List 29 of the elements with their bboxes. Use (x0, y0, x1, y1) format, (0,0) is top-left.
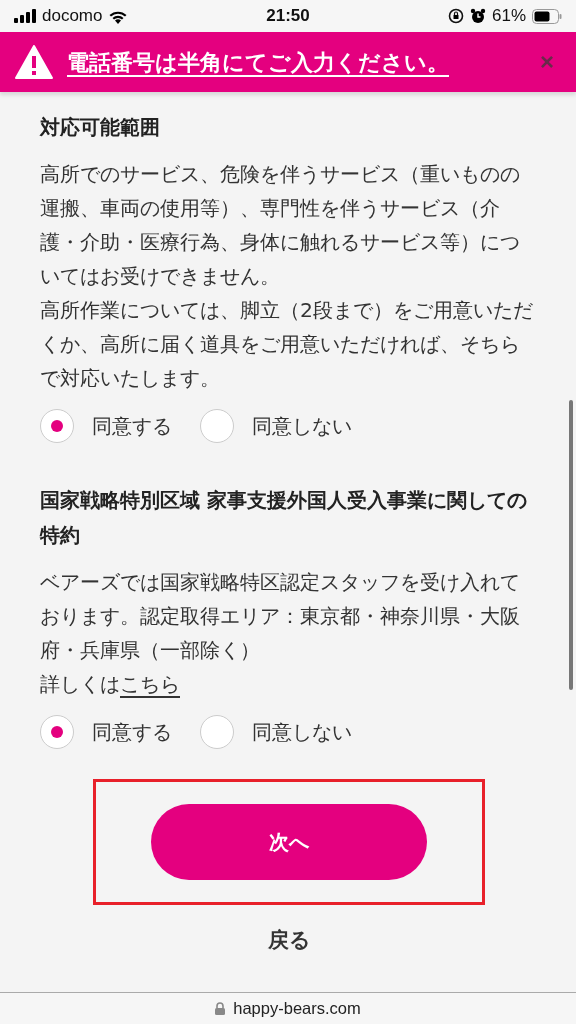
section-text: 高所作業については、脚立（2段まで）をご用意いただくか、高所に届く道具をご用意いただければ、そちらで対応いたします。 (40, 297, 534, 392)
carrier-name: docomo (42, 6, 103, 26)
radio-label: 同意する (92, 412, 172, 440)
alert-message[interactable]: 電話番号は半角にてご入力ください。 (67, 47, 522, 77)
radio-button[interactable] (200, 715, 234, 749)
clock-time: 21:50 (266, 6, 310, 26)
section-title: 対応可能範囲 (40, 114, 161, 141)
radio-button[interactable] (40, 409, 74, 443)
radio-label: 同意しない (252, 718, 352, 746)
next-button[interactable]: 次へ (151, 804, 427, 880)
scrollbar[interactable] (569, 400, 573, 690)
details-text: 詳しくは (40, 672, 120, 696)
rotation-lock-icon (448, 8, 464, 24)
back-link[interactable]: 戻る (267, 927, 311, 953)
battery-icon (532, 8, 562, 24)
warning-icon (15, 45, 53, 79)
details-link[interactable]: こちら (120, 672, 180, 696)
lock-icon (215, 1002, 226, 1015)
radio-label: 同意しない (252, 412, 352, 440)
radio-button[interactable] (200, 409, 234, 443)
radio-label: 同意する (92, 718, 172, 746)
radio-button[interactable] (40, 715, 74, 749)
section-text: 高所でのサービス、危険を伴うサービス（重いものの運搬、車両の使用等）、専門性を伴うサービス（介護・介助・医療行為、身体に触れるサービス等）についてはお受けできません。 (40, 161, 521, 290)
page-url: happy-bears.com (233, 999, 361, 1018)
battery-percent: 61% (492, 6, 526, 26)
section-text: ベアーズでは国家戦略特区認定スタッフを受け入れております。認定取得エリア：東京都・神奈川県・大阪府・兵庫県（一部除く） (40, 569, 521, 664)
section-title: 国家戦略特別区域 家事支援外国人受入事業に関しての特約 (40, 487, 528, 549)
alarm-icon (470, 8, 486, 24)
signal-icon (14, 9, 36, 23)
